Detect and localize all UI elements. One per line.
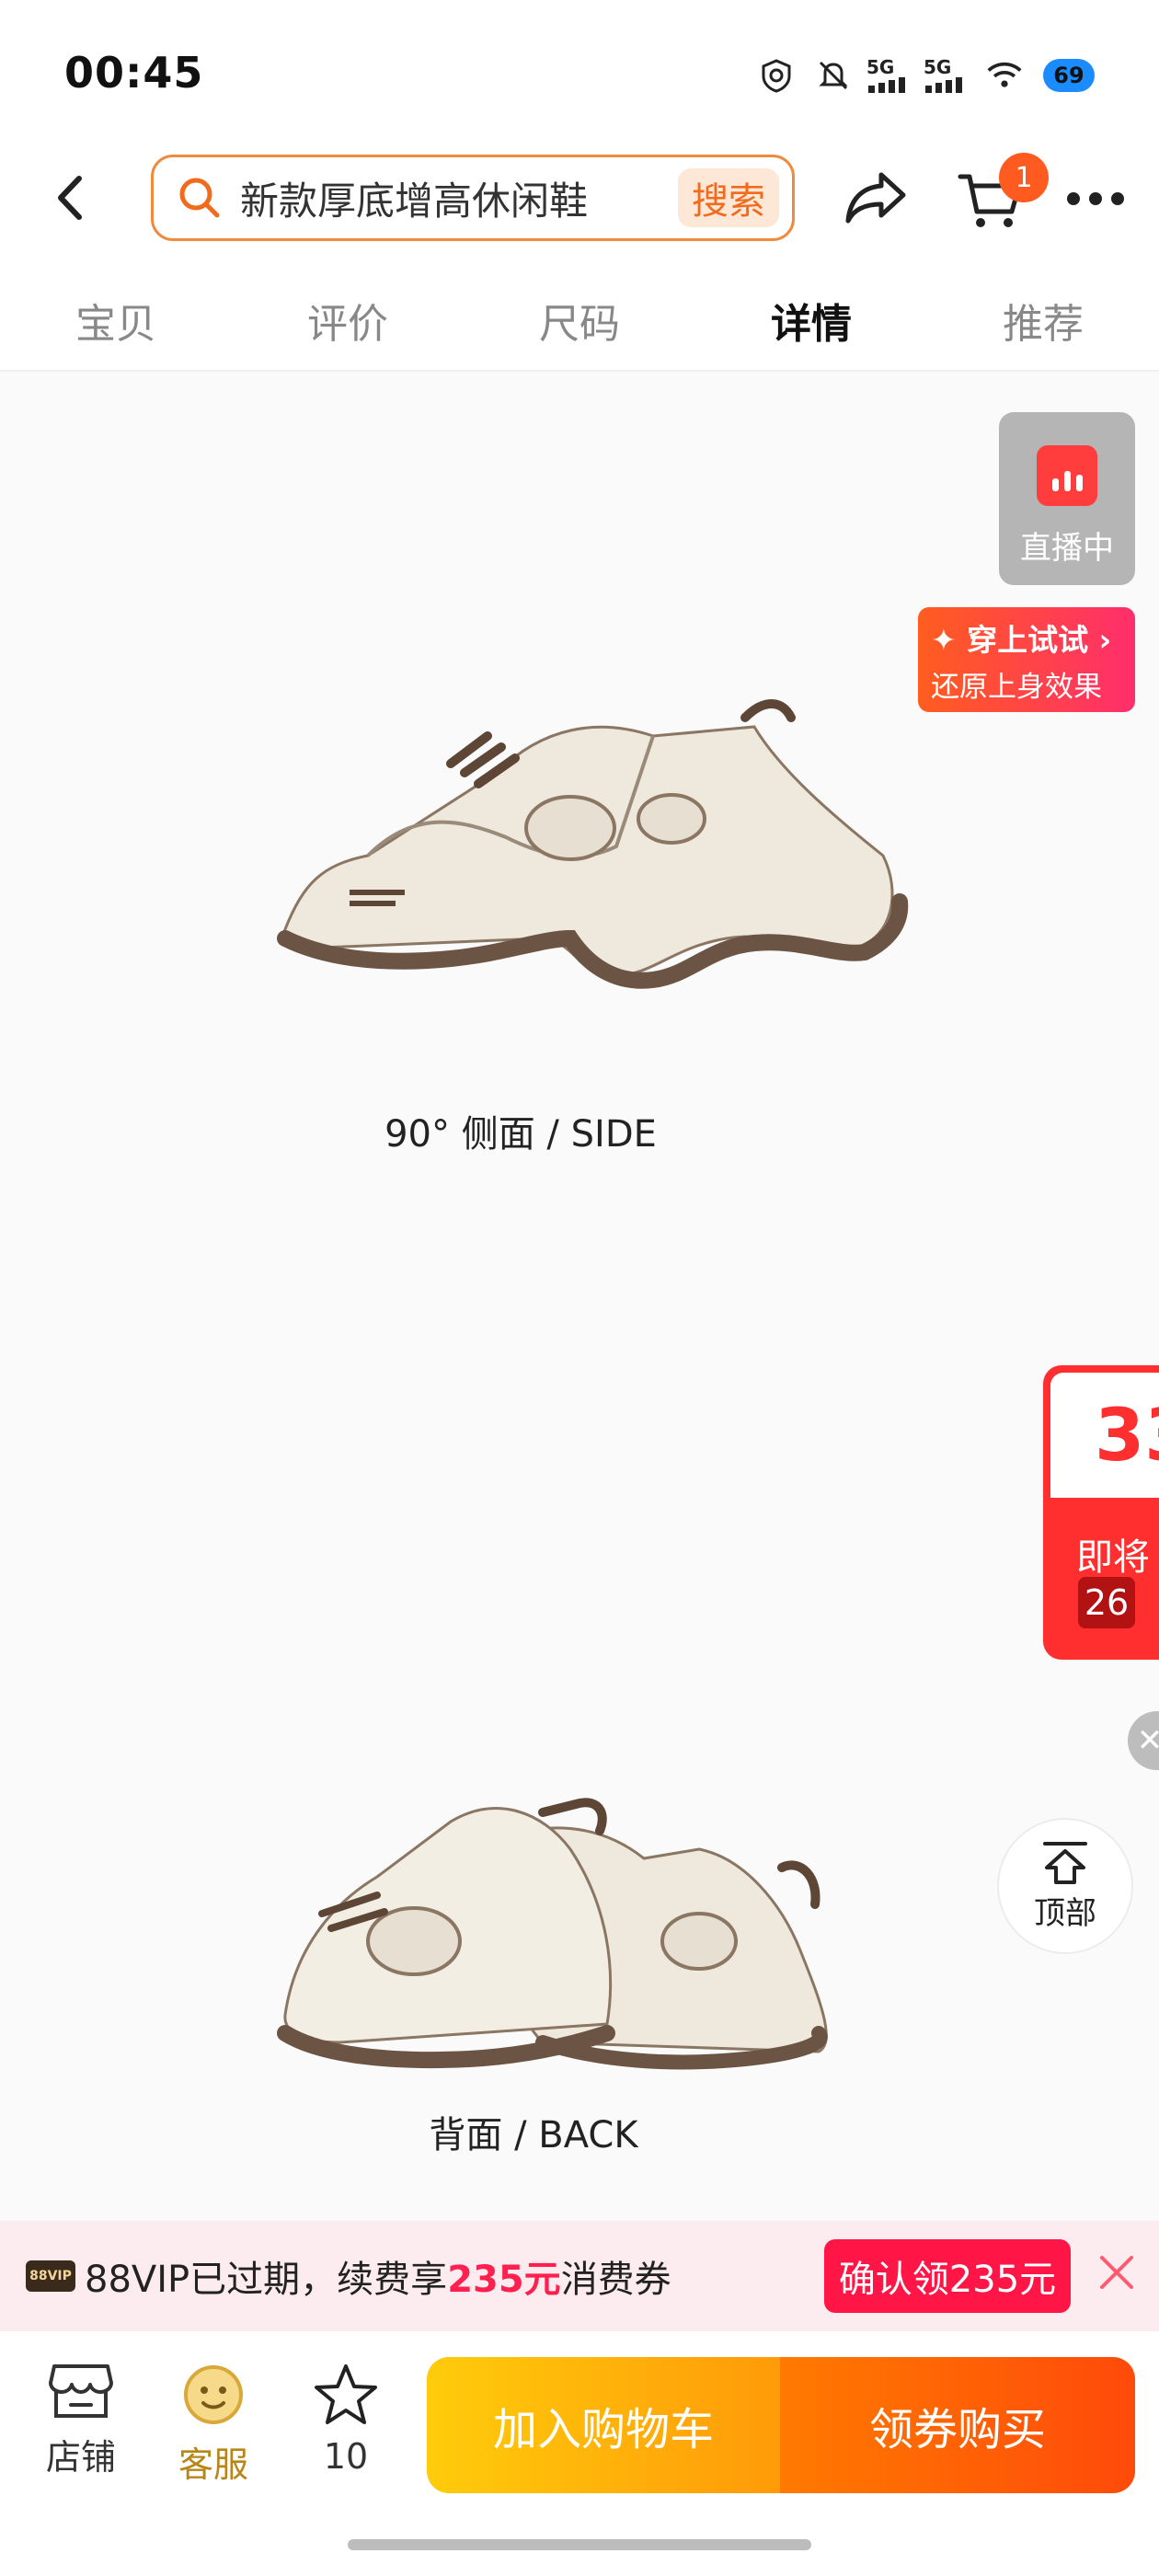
search-button[interactable]: 搜索 bbox=[678, 168, 779, 227]
signal-label: 5G bbox=[866, 56, 895, 78]
service-icon bbox=[184, 2365, 243, 2424]
mute-icon bbox=[815, 57, 852, 94]
vip-amount: 235元 bbox=[447, 2259, 561, 2301]
vip-badge: 88VIP bbox=[26, 2260, 75, 2292]
more-icon bbox=[1067, 192, 1080, 205]
share-icon bbox=[845, 172, 906, 224]
coupon-float-card[interactable]: 33 即将 26 bbox=[1043, 1365, 1159, 1660]
cta-group: 加入购物车 领券购买 bbox=[427, 2357, 1135, 2493]
cart-count-badge: 1 bbox=[999, 153, 1049, 202]
close-icon: ✕ bbox=[1136, 1722, 1159, 1759]
back-to-top-label: 顶部 bbox=[1034, 1894, 1096, 1932]
signal-icon: 5G bbox=[866, 57, 909, 94]
tab-bar: 宝贝 评价 尺码 详情 推荐 bbox=[0, 285, 1159, 370]
search-query[interactable]: 新款厚底增高休闲鞋 bbox=[240, 170, 678, 226]
tab-recommend[interactable]: 推荐 bbox=[1003, 285, 1084, 370]
coupon-soon-label: 即将 bbox=[1076, 1536, 1150, 1579]
live-label: 直播中 bbox=[1020, 530, 1114, 567]
vip-text-before: 88VIP已过期，续费享 bbox=[85, 2259, 448, 2301]
try-on-button[interactable]: ✦ 穿上试试 › 还原上身效果 bbox=[918, 607, 1135, 712]
battery-icon: 69 bbox=[1043, 59, 1095, 92]
store-icon bbox=[49, 2364, 113, 2418]
vip-message: 88VIP已过期，续费享235元消费券 bbox=[85, 2249, 671, 2303]
vip-text-after: 消费券 bbox=[560, 2259, 671, 2301]
live-stream-button[interactable]: 直播中 bbox=[999, 412, 1135, 585]
more-button[interactable] bbox=[1067, 180, 1137, 217]
shoe-side-image bbox=[277, 699, 909, 989]
shoe-back-image bbox=[277, 1798, 828, 2070]
tab-size[interactable]: 尺码 bbox=[539, 285, 620, 370]
coupon-number: 33 bbox=[1095, 1395, 1159, 1478]
nfc-icon bbox=[758, 57, 795, 94]
back-button[interactable] bbox=[48, 166, 96, 230]
try-on-subtitle: 还原上身效果 bbox=[931, 670, 1102, 704]
shop-label: 店铺 bbox=[45, 2437, 116, 2478]
signal-label: 5G bbox=[924, 56, 952, 78]
live-icon bbox=[1037, 445, 1097, 506]
share-button[interactable] bbox=[843, 167, 909, 228]
service-label: 客服 bbox=[178, 2444, 248, 2485]
cart-button[interactable]: 1 bbox=[957, 153, 1049, 234]
wifi-icon bbox=[986, 57, 1023, 94]
star-icon bbox=[315, 2364, 377, 2424]
tab-baobei[interactable]: 宝贝 bbox=[75, 285, 156, 370]
vip-claim-button[interactable]: 确认领235元 bbox=[824, 2239, 1071, 2313]
back-to-top-button[interactable]: 顶部 bbox=[997, 1818, 1133, 1954]
tab-reviews[interactable]: 评价 bbox=[307, 285, 388, 370]
home-indicator[interactable] bbox=[348, 2539, 811, 2550]
status-time: 00:45 bbox=[64, 48, 204, 98]
buy-with-coupon-button[interactable]: 领券购买 bbox=[780, 2357, 1135, 2493]
coupon-countdown: 26 bbox=[1078, 1577, 1135, 1628]
status-icons: 5G 5G 69 bbox=[758, 57, 1095, 94]
favorite-count: 10 bbox=[323, 2436, 369, 2477]
back-icon bbox=[58, 176, 82, 220]
signal-icon: 5G bbox=[924, 57, 966, 94]
caption-side: 90° 侧面 / SIDE bbox=[384, 1113, 657, 1156]
try-on-title: ✦ 穿上试试 › bbox=[931, 621, 1112, 658]
search-input[interactable]: 新款厚底增高休闲鞋 搜索 bbox=[151, 155, 795, 241]
arrow-up-icon bbox=[1043, 1841, 1087, 1884]
shop-button[interactable]: 店铺 bbox=[26, 2363, 136, 2479]
close-icon bbox=[1100, 2256, 1133, 2289]
favorite-button[interactable]: 10 bbox=[291, 2363, 401, 2477]
tab-details[interactable]: 详情 bbox=[771, 285, 852, 370]
search-icon bbox=[179, 178, 220, 218]
vip-close-button[interactable] bbox=[1095, 2250, 1139, 2294]
add-to-cart-button[interactable]: 加入购物车 bbox=[427, 2357, 780, 2493]
caption-back: 背面 / BACK bbox=[429, 2114, 638, 2156]
customer-service-button[interactable]: 客服 bbox=[158, 2363, 269, 2487]
